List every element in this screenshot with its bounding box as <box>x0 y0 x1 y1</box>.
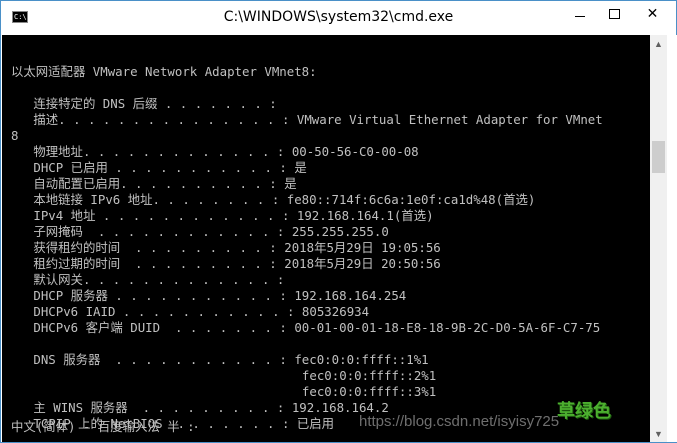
console-line: DHCPv6 IAID . . . . . . . . . . . : 8053… <box>11 304 370 319</box>
console-line: 自动配置已启用. . . . . . . . . . : 是 <box>11 176 297 191</box>
console-line: 以太网适配器 VMware Network Adapter VMnet8: <box>11 64 317 79</box>
console-line: 8 <box>11 128 19 143</box>
scroll-down-arrow-icon[interactable]: ▼ <box>650 425 667 442</box>
logo: 草绿色 <box>557 401 611 422</box>
console-line: IPv4 地址 . . . . . . . . . . . . : 192.16… <box>11 208 434 223</box>
console-line: DNS 服务器 . . . . . . . . . . . : fec0:0:0… <box>11 352 429 367</box>
console-line: 本地链接 IPv6 地址. . . . . . . . : fe80::714f… <box>11 192 536 207</box>
watermark: https://blog.csdn.net/isyisy725 <box>359 413 560 430</box>
maximize-icon <box>608 9 620 19</box>
console-line: DHCPv6 客户端 DUID . . . . . . . : 00-01-00… <box>11 320 601 335</box>
console-line: 租约过期的时间 . . . . . . . . . : 2018年5月29日 2… <box>11 256 441 271</box>
minimize-icon <box>575 15 585 17</box>
console-line: fec0:0:0:ffff::2%1 <box>11 368 437 383</box>
console-line: 默认网关. . . . . . . . . . . . . : <box>11 272 285 287</box>
minimize-button[interactable] <box>561 1 599 27</box>
scroll-up-arrow-icon[interactable]: ▲ <box>650 35 667 52</box>
console-line: 连接特定的 DNS 后缀 . . . . . . . : <box>11 96 277 111</box>
title-bar[interactable]: C:\. C:\WINDOWS\system32\cmd.exe ✕ <box>1 1 676 35</box>
console-line: 获得租约的时间 . . . . . . . . . : 2018年5月29日 1… <box>11 240 441 255</box>
scroll-thumb[interactable] <box>652 141 665 173</box>
vertical-scrollbar[interactable]: ▲ ▼ <box>650 35 667 442</box>
console-line: DHCP 已启用 . . . . . . . . . . . : 是 <box>11 160 307 175</box>
maximize-button[interactable] <box>599 1 629 27</box>
cmd-window: C:\. C:\WINDOWS\system32\cmd.exe ✕ 以太网适配… <box>0 0 677 443</box>
console-line: 子网掩码 . . . . . . . . . . . . : 255.255.2… <box>11 224 389 239</box>
console-line: DHCP 服务器 . . . . . . . . . . . : 192.168… <box>11 288 407 303</box>
close-button[interactable]: ✕ <box>629 1 676 27</box>
console-line: fec0:0:0:ffff::3%1 <box>11 384 437 399</box>
window-edge <box>667 35 677 442</box>
ime-status-bar: 中文(简体) - 百度输入法 半 : <box>11 419 195 434</box>
console-line: 描述. . . . . . . . . . . . . . . : VMware… <box>11 112 603 127</box>
console-line: 物理地址. . . . . . . . . . . . . : 00-50-56… <box>11 144 419 159</box>
close-icon: ✕ <box>646 6 659 22</box>
console-output[interactable]: 以太网适配器 VMware Network Adapter VMnet8: 连接… <box>2 35 650 442</box>
console-text: 以太网适配器 VMware Network Adapter VMnet8: 连接… <box>11 48 650 432</box>
